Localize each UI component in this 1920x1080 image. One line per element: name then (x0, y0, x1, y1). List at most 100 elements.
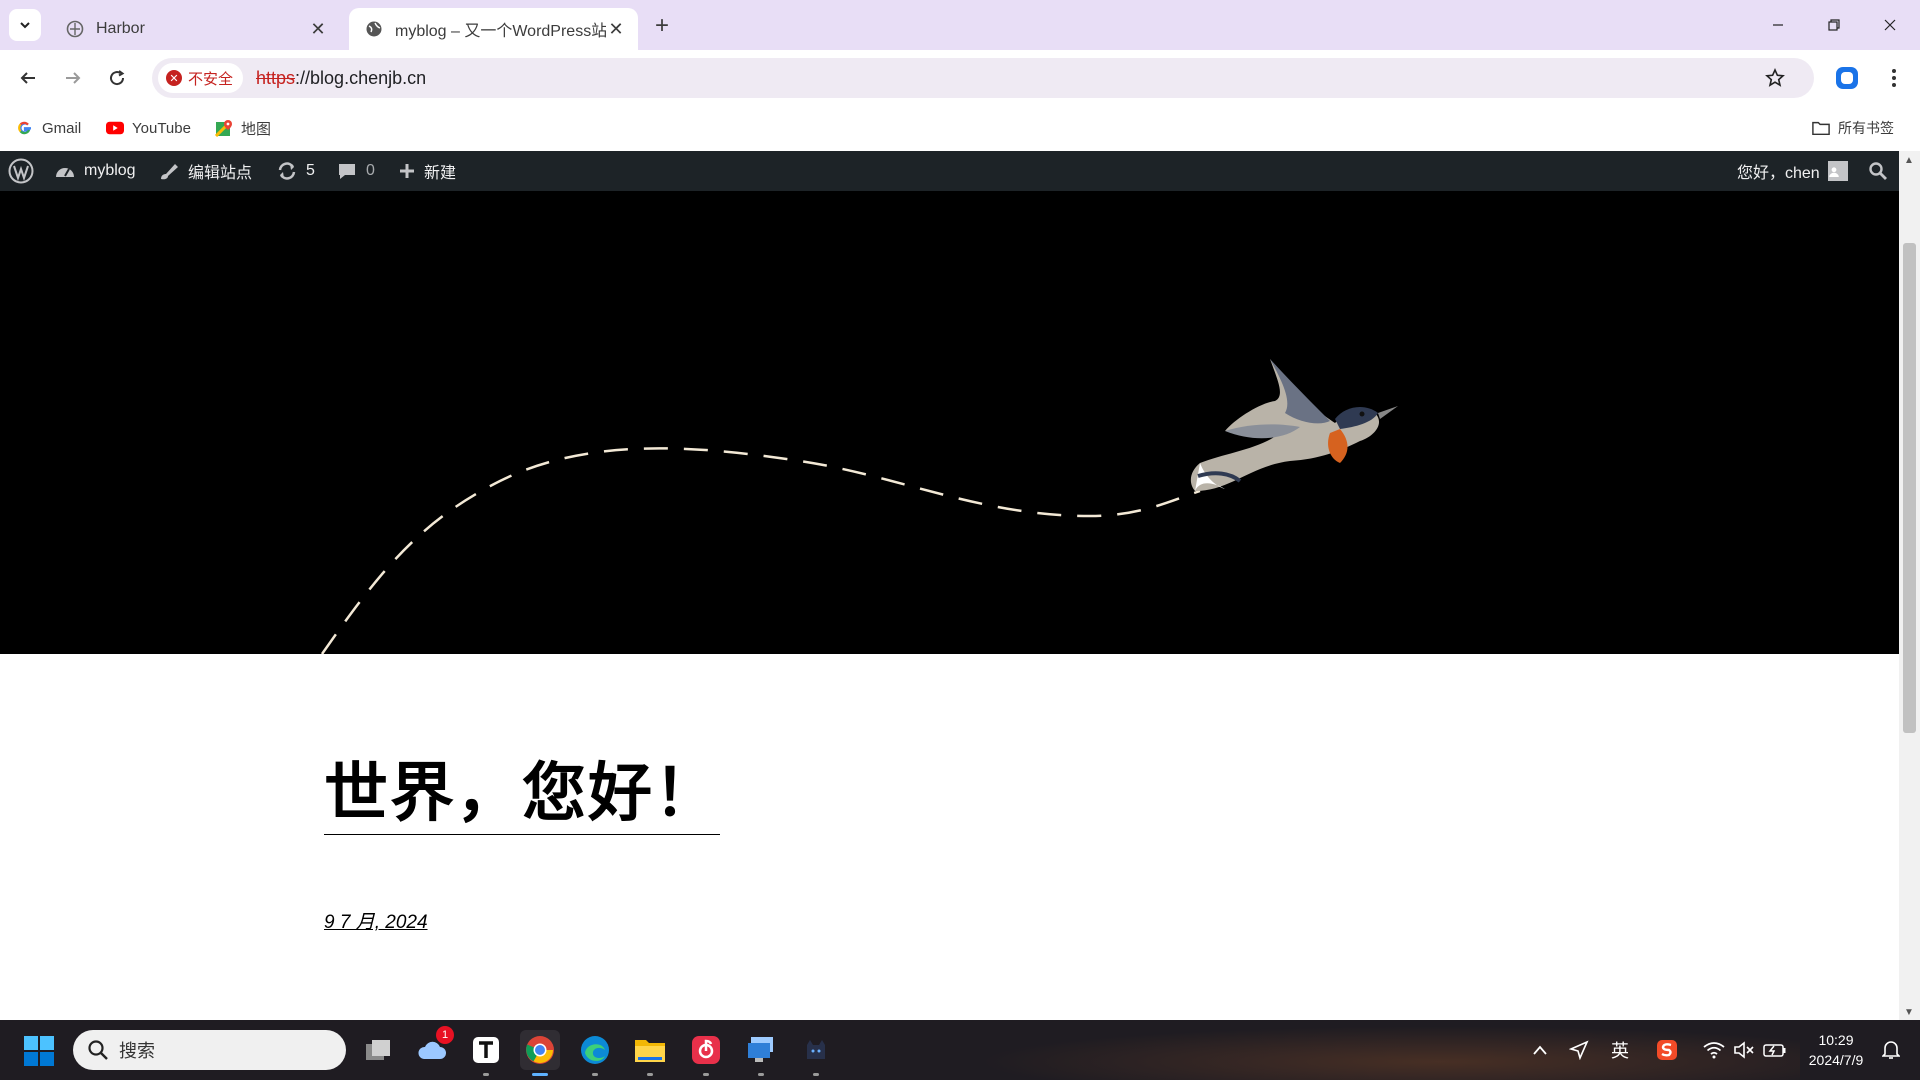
windows-logo-icon (24, 1036, 54, 1066)
post-date-link[interactable]: 9 7 月, 2024 (324, 907, 428, 934)
battery-tray-icon[interactable] (1760, 1020, 1790, 1080)
harbor-favicon-icon (66, 20, 84, 38)
tray-overflow-button[interactable] (1526, 1020, 1554, 1080)
security-chip[interactable]: ✕ 不安全 (158, 63, 244, 93)
edit-site-button[interactable]: 编辑站点 (158, 151, 252, 191)
ime-indicator[interactable]: 英 (1605, 1020, 1635, 1080)
post-title-link[interactable]: 世界，您好！ (324, 762, 720, 835)
forward-button[interactable] (55, 60, 91, 96)
brush-icon (161, 164, 178, 180)
location-tray-icon[interactable] (1564, 1020, 1594, 1080)
bookmark-label: YouTube (132, 119, 191, 137)
running-indicator (703, 1073, 709, 1076)
typora-app[interactable] (466, 1030, 506, 1076)
updates-count: 5 (306, 162, 315, 179)
running-indicator (592, 1073, 598, 1076)
folder-icon (635, 1040, 665, 1062)
speaker-muted-icon (1734, 1041, 1754, 1059)
bookmark-maps[interactable]: 地图 (215, 116, 271, 140)
sogou-ime-icon[interactable] (1650, 1020, 1684, 1080)
clock-time: 10:29 (1818, 1032, 1854, 1048)
restore-icon (1828, 19, 1840, 31)
site-name: myblog (84, 162, 136, 179)
wordpress-logo-button[interactable] (8, 151, 42, 191)
hero-header-image (0, 191, 1899, 654)
running-indicator (758, 1073, 764, 1076)
all-bookmarks-label: 所有书签 (1838, 120, 1894, 136)
chevron-down-icon (20, 22, 30, 29)
flight-path-dashed-line (320, 447, 1201, 654)
comments-button[interactable]: 0 (336, 151, 375, 191)
close-icon[interactable]: ✕ (606, 19, 626, 39)
location-arrow-icon (1569, 1040, 1589, 1060)
comment-icon (339, 164, 355, 179)
bookmark-youtube[interactable]: YouTube (106, 116, 191, 140)
bookmark-star-button[interactable] (1762, 65, 1788, 91)
netease-music-app[interactable] (686, 1030, 726, 1076)
edge-app[interactable] (575, 1030, 615, 1076)
extension-icon[interactable] (1833, 64, 1861, 92)
bookmark-gmail[interactable]: Gmail (16, 116, 81, 140)
search-icon (1869, 162, 1887, 180)
remote-desktop-app[interactable] (741, 1030, 781, 1076)
browser-menu-button[interactable] (1880, 64, 1908, 92)
task-view-button[interactable] (358, 1030, 398, 1070)
more-vert-icon (1892, 69, 1896, 87)
running-indicator (483, 1073, 489, 1076)
tab-myblog[interactable]: myblog – 又一个WordPress站 ✕ (349, 8, 638, 50)
task-view-icon (366, 1040, 390, 1060)
chevron-up-icon (1533, 1045, 1547, 1055)
scroll-up-arrow-icon[interactable]: ▲ (1904, 155, 1914, 166)
maps-icon (215, 119, 233, 137)
notification-center-button[interactable] (1874, 1020, 1908, 1080)
plus-icon (400, 164, 414, 178)
tab-search-button[interactable] (9, 9, 41, 41)
edit-site-label: 编辑站点 (188, 165, 253, 182)
url-text[interactable]: https://blog.chenjb.cn (256, 68, 426, 89)
reload-button[interactable] (99, 60, 135, 96)
star-icon (1765, 68, 1785, 87)
wifi-icon (1703, 1042, 1725, 1059)
wifi-tray-icon[interactable] (1700, 1020, 1728, 1080)
admin-search-button[interactable] (1868, 151, 1896, 191)
browser-toolbar: ✕ 不安全 https://blog.chenjb.cn (0, 50, 1920, 106)
volume-tray-icon[interactable] (1730, 1020, 1758, 1080)
new-tab-button[interactable]: + (648, 12, 676, 40)
tab-title: Harbor (96, 20, 145, 37)
youtube-icon (106, 119, 124, 137)
tab-title: myblog – 又一个WordPress站 (395, 23, 606, 40)
bookmark-label: 地图 (241, 120, 272, 138)
close-window-button[interactable] (1862, 0, 1918, 50)
terminal-app[interactable] (796, 1030, 836, 1076)
restore-button[interactable] (1806, 0, 1862, 50)
weather-widget[interactable]: 1 (412, 1026, 454, 1070)
all-bookmarks-button[interactable]: 所有书签 (1812, 116, 1894, 140)
scroll-down-arrow-icon[interactable]: ▼ (1904, 1007, 1914, 1018)
my-account-menu[interactable]: 您好，chen (1737, 151, 1848, 191)
back-button[interactable] (10, 60, 46, 96)
address-bar[interactable]: ✕ 不安全 https://blog.chenjb.cn (152, 58, 1814, 98)
chrome-app[interactable] (520, 1030, 560, 1076)
taskbar-clock[interactable]: 10:29 2024/7/9 (1800, 1030, 1872, 1070)
scrollbar-thumb[interactable] (1903, 243, 1916, 733)
clock-date: 2024/7/9 (1808, 1052, 1864, 1068)
file-explorer-app[interactable] (630, 1030, 670, 1076)
updates-button[interactable]: 5 (276, 151, 315, 191)
windows-taskbar: 搜索 1 英 10:29 2024/7/9 (0, 1020, 1920, 1080)
edge-icon (581, 1036, 609, 1064)
close-icon[interactable]: ✕ (308, 19, 328, 39)
site-name-menu[interactable]: myblog (54, 151, 136, 191)
minimize-button[interactable] (1750, 0, 1806, 50)
start-button[interactable] (24, 1036, 54, 1066)
page-scrollbar[interactable]: ▲ ▼ (1899, 151, 1920, 1020)
new-content-button[interactable]: 新建 (398, 151, 456, 191)
globe-icon (365, 20, 383, 38)
chrome-icon (526, 1036, 554, 1064)
taskbar-search-box[interactable]: 搜索 (73, 1030, 346, 1070)
typora-icon (473, 1037, 499, 1063)
remote-desktop-icon (748, 1037, 773, 1062)
url-host: ://blog.chenjb.cn (295, 68, 427, 88)
tab-harbor[interactable]: Harbor ✕ (50, 8, 340, 50)
close-icon (1884, 19, 1896, 31)
bookmarks-bar: Gmail YouTube 地图 所有书签 (0, 106, 1920, 150)
